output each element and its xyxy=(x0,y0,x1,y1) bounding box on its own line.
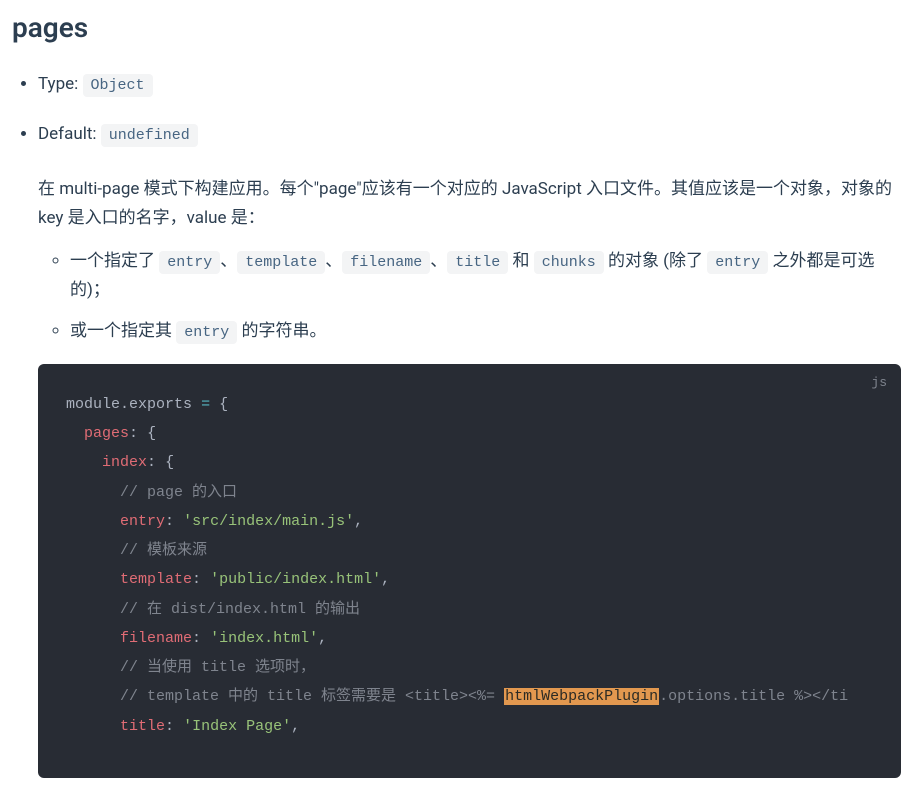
token: index xyxy=(102,454,147,471)
type-value: Object xyxy=(83,74,153,97)
metadata-list: Type: Object Default: undefined 在 multi-… xyxy=(12,70,901,778)
type-label: Type: xyxy=(38,74,78,94)
token xyxy=(66,630,120,647)
token: : xyxy=(192,630,201,647)
token-comment: .options.title %></ti xyxy=(659,688,848,705)
token-string: 'Index Page' xyxy=(183,718,291,735)
code-entry-except: entry xyxy=(707,251,768,274)
token xyxy=(66,513,120,530)
token: , xyxy=(318,630,327,647)
token xyxy=(174,513,183,530)
token: { xyxy=(219,396,228,413)
token: template xyxy=(120,571,192,588)
token: : xyxy=(147,454,156,471)
token: : xyxy=(165,718,174,735)
default-row: Default: undefined 在 multi-page 模式下构建应用。… xyxy=(38,120,901,778)
token: = xyxy=(201,396,210,413)
default-line: Default: undefined xyxy=(38,120,901,149)
token-comment: // 在 dist/index.html 的输出 xyxy=(66,601,360,618)
code-chunks: chunks xyxy=(534,251,604,274)
token: { xyxy=(165,454,174,471)
text-fragment: 和 xyxy=(508,251,533,271)
text-fragment: 或一个指定其 xyxy=(70,321,176,341)
token: pages xyxy=(84,425,129,442)
token: , xyxy=(381,571,390,588)
token: filename xyxy=(120,630,192,647)
token xyxy=(66,571,120,588)
code-template: template xyxy=(237,251,325,274)
token-comment: // template 中的 title 标签需要是 <title><%= xyxy=(66,688,504,705)
token: : xyxy=(192,571,201,588)
text-fragment: 、 xyxy=(220,251,237,271)
token xyxy=(66,425,84,442)
text-fragment: 、 xyxy=(325,251,342,271)
code-filename: filename xyxy=(342,251,430,274)
token xyxy=(192,396,201,413)
code-entry: entry xyxy=(159,251,220,274)
token xyxy=(174,718,183,735)
text-fragment: 的字符串。 xyxy=(237,321,326,341)
token xyxy=(66,718,120,735)
type-row: Type: Object xyxy=(38,70,901,99)
token xyxy=(66,454,102,471)
code-title: title xyxy=(447,251,508,274)
intro-paragraph: 在 multi-page 模式下构建应用。每个"page"应该有一个对应的 Ja… xyxy=(38,175,901,233)
token xyxy=(210,396,219,413)
token xyxy=(138,425,147,442)
code-block: js module.exports = { pages: { index: { … xyxy=(38,364,901,778)
token: module xyxy=(66,396,120,413)
doc-page: pages Type: Object Default: undefined 在 … xyxy=(0,4,913,778)
token xyxy=(201,571,210,588)
token: { xyxy=(147,425,156,442)
default-label: Default: xyxy=(38,124,97,144)
text-fragment: 一个指定了 xyxy=(70,251,159,271)
code-language-label: js xyxy=(871,372,887,394)
value-shape-object: 一个指定了 entry、template、filename、title 和 ch… xyxy=(70,247,901,305)
token-comment: // page 的入口 xyxy=(66,484,237,501)
value-shape-list: 一个指定了 entry、template、filename、title 和 ch… xyxy=(38,247,901,346)
token: title xyxy=(120,718,165,735)
token: : xyxy=(129,425,138,442)
token: . xyxy=(120,396,129,413)
token-string: 'src/index/main.js' xyxy=(183,513,354,530)
token: entry xyxy=(120,513,165,530)
code-content: module.exports = { pages: { index: { // … xyxy=(38,364,901,778)
token-highlight: htmlWebpackPlugin xyxy=(504,688,659,705)
token: : xyxy=(165,513,174,530)
text-fragment: 、 xyxy=(430,251,447,271)
token xyxy=(156,454,165,471)
token xyxy=(201,630,210,647)
token: , xyxy=(291,718,300,735)
token: , xyxy=(354,513,363,530)
token-comment: // 当使用 title 选项时， xyxy=(66,659,315,676)
text-fragment: 的对象 (除了 xyxy=(604,251,707,271)
token-comment: // 模板来源 xyxy=(66,542,207,559)
token: exports xyxy=(129,396,192,413)
page-title: pages xyxy=(12,4,901,52)
code-entry-string: entry xyxy=(176,321,237,344)
token-string: 'public/index.html' xyxy=(210,571,381,588)
value-shape-string: 或一个指定其 entry 的字符串。 xyxy=(70,317,901,346)
default-value: undefined xyxy=(101,124,198,147)
token-string: 'index.html' xyxy=(210,630,318,647)
